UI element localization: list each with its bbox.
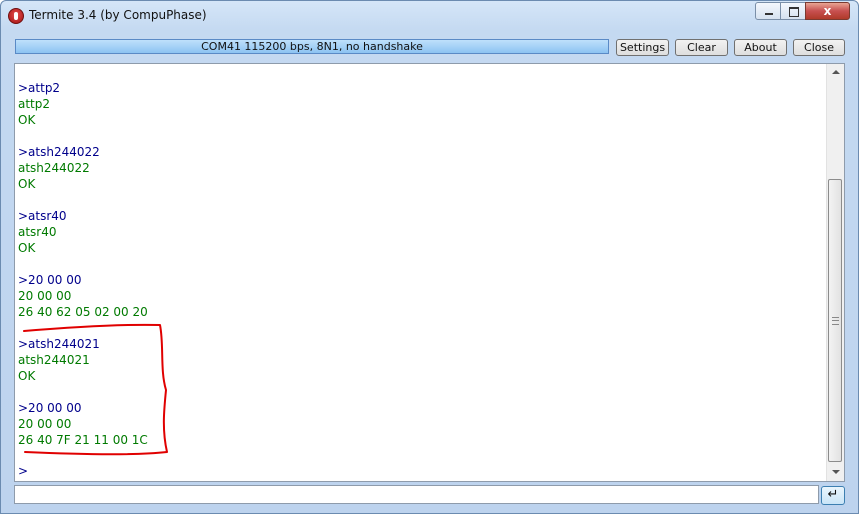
terminal-sent-line: >attp2	[18, 81, 61, 95]
scroll-up-arrow-icon[interactable]	[827, 64, 844, 81]
clear-button[interactable]: Clear	[675, 39, 728, 56]
terminal-received-line: OK	[18, 241, 36, 255]
terminal-sent-line: >atsh244022	[18, 145, 100, 159]
vertical-scrollbar[interactable]	[826, 64, 844, 481]
maximize-button[interactable]	[780, 2, 806, 20]
termite-app-icon[interactable]	[8, 8, 24, 24]
terminal-received-line: atsr40	[18, 225, 57, 239]
title-bar[interactable]: Termite 3.4 (by CompuPhase) x	[1, 1, 858, 31]
scroll-down-arrow-icon[interactable]	[827, 464, 844, 481]
terminal-sent-line: >atsr40	[18, 209, 67, 223]
terminal-received-line: atsh244022	[18, 161, 90, 175]
minimize-icon	[756, 3, 780, 19]
settings-button[interactable]: Settings	[616, 39, 669, 56]
terminal-sent-line: >20 00 00	[18, 273, 82, 287]
terminal-received-line: atsh244021	[18, 353, 90, 367]
terminal-received-line: 20 00 00	[18, 289, 72, 303]
about-button[interactable]: About	[734, 39, 787, 56]
scroll-grip-icon	[832, 317, 839, 325]
close-icon: x	[823, 4, 832, 18]
send-button[interactable]: ↵	[821, 486, 845, 505]
scroll-thumb[interactable]	[828, 179, 842, 462]
terminal-received-line: attp2	[18, 97, 51, 111]
connection-status: COM41 115200 bps, 8N1, no handshake	[15, 39, 609, 54]
terminal-sent-line: >20 00 00	[18, 401, 82, 415]
termite-window: Termite 3.4 (by CompuPhase) x COM41 1152…	[0, 0, 859, 514]
terminal-received-line: OK	[18, 113, 36, 127]
terminal-received-line: 20 00 00	[18, 417, 72, 431]
terminal-sent-line: >atsh244021	[18, 337, 100, 351]
window-title: Termite 3.4 (by CompuPhase)	[29, 8, 207, 22]
minimize-button[interactable]	[755, 2, 781, 20]
window-close-button[interactable]: x	[805, 2, 850, 20]
command-input[interactable]	[14, 485, 819, 504]
maximize-icon	[781, 3, 805, 19]
terminal-received-line: OK	[18, 369, 36, 383]
close-button[interactable]: Close	[793, 39, 845, 56]
terminal-received-line: 26 40 62 05 02 00 20	[18, 305, 148, 319]
terminal-prompt: >	[18, 464, 29, 478]
terminal-output[interactable]: >attp2 attp2 OK >atsh244022 atsh244022 OK >ats…	[14, 63, 845, 482]
toolbar: COM41 115200 bps, 8N1, no handshake Sett…	[9, 31, 850, 61]
terminal-lines: >attp2 attp2 OK >atsh244022 atsh244022 OK >ats…	[18, 80, 148, 448]
terminal-received-line: 26 40 7F 21 11 00 1C	[18, 433, 148, 447]
enter-icon: ↵	[827, 487, 839, 502]
terminal-received-line: OK	[18, 177, 36, 191]
